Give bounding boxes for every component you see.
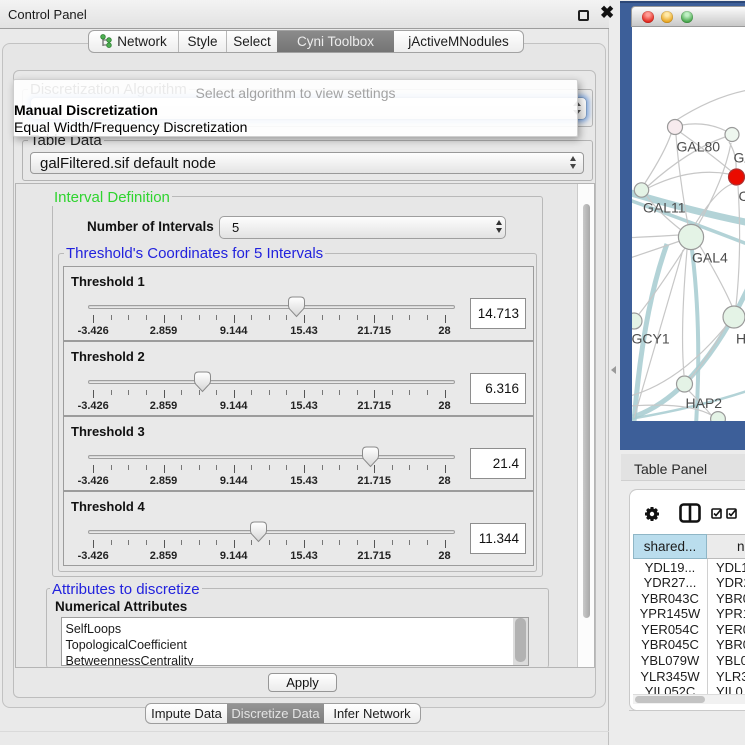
svg-text:HIS: HIS	[736, 331, 745, 347]
svg-text:GCY1: GCY1	[632, 331, 670, 347]
svg-text:GAL80: GAL80	[677, 139, 721, 155]
svg-text:GA: GA	[734, 150, 745, 166]
svg-text:HAP2: HAP2	[686, 395, 723, 411]
svg-text:CY: CY	[739, 188, 745, 204]
svg-text:GAL4: GAL4	[692, 250, 728, 266]
svg-text:GAL11: GAL11	[643, 200, 686, 216]
